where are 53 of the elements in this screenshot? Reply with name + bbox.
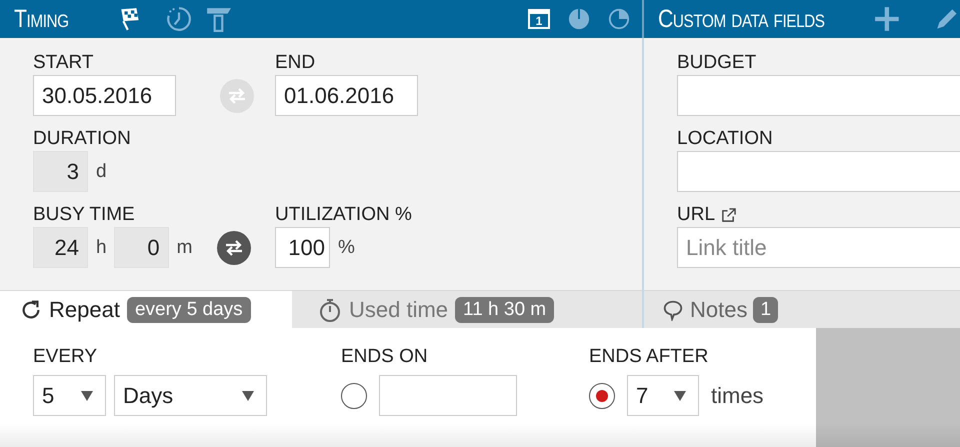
unit-label: d — [96, 160, 107, 182]
stopwatch-icon — [318, 298, 342, 322]
unit-label: m — [176, 236, 192, 258]
plus-icon[interactable] — [874, 6, 900, 32]
field-label: UTILIZATION % — [275, 204, 413, 226]
hammer-icon[interactable] — [206, 6, 232, 32]
swap-button[interactable] — [217, 230, 252, 264]
field-label: BUDGET — [677, 52, 758, 74]
field-label: LOCATION — [677, 128, 774, 150]
end-date-field[interactable]: 01.06.2016 — [275, 75, 418, 116]
text-field[interactable] — [677, 75, 960, 116]
start-date-field[interactable]: 30.05.2016 — [33, 75, 176, 116]
calendar-button[interactable]: 1 — [528, 9, 550, 29]
panel-title: Custom data fields — [658, 4, 826, 34]
tab[interactable]: Repeat every 5 days — [0, 291, 292, 329]
radio-button[interactable] — [589, 382, 615, 408]
pie-chart-icon[interactable] — [608, 8, 630, 30]
field-label: EVERY — [33, 346, 98, 368]
field-label: END — [275, 52, 316, 74]
pie-chart-icon[interactable] — [568, 8, 590, 30]
field-label: START — [33, 52, 95, 74]
hours-field: 24 — [33, 227, 88, 268]
count-dropdown[interactable]: 7 — [627, 375, 699, 416]
caret-icon — [81, 390, 93, 400]
duration-field: 3 — [33, 151, 88, 192]
external-link-icon[interactable] — [721, 208, 736, 222]
swap-icon — [224, 240, 244, 256]
count-badge: 11 h 30 m — [455, 297, 554, 323]
field-label: DURATION — [33, 128, 132, 150]
clock-icon[interactable] — [166, 6, 192, 32]
swap-icon — [227, 88, 247, 104]
link-title-field[interactable]: Link title — [677, 227, 960, 268]
field-label: URL — [677, 204, 716, 226]
caret-icon — [242, 390, 254, 400]
count-badge: every 5 days — [126, 297, 251, 323]
end-date-field[interactable] — [379, 375, 517, 416]
count-dropdown[interactable]: 5 — [33, 375, 106, 416]
field-label: ENDS AFTER — [589, 346, 710, 368]
refresh-icon — [20, 299, 42, 321]
field-label: BUSY TIME — [33, 204, 136, 226]
unit-label: % — [338, 236, 355, 258]
radio-button[interactable] — [341, 382, 367, 408]
unit-dropdown[interactable]: Days — [114, 375, 267, 416]
minutes-field: 0 — [114, 227, 169, 268]
text-field[interactable] — [677, 151, 960, 192]
caret-icon — [674, 390, 686, 400]
speech-bubble-icon — [662, 299, 684, 321]
panel-title: Timing — [14, 4, 69, 34]
utilization-field[interactable]: 100 — [275, 227, 330, 268]
tab[interactable]: Used time 11 h 30 m — [292, 291, 574, 329]
count-badge: 1 — [753, 297, 778, 323]
unit-label: h — [96, 236, 107, 258]
unit-label: times — [711, 382, 764, 408]
